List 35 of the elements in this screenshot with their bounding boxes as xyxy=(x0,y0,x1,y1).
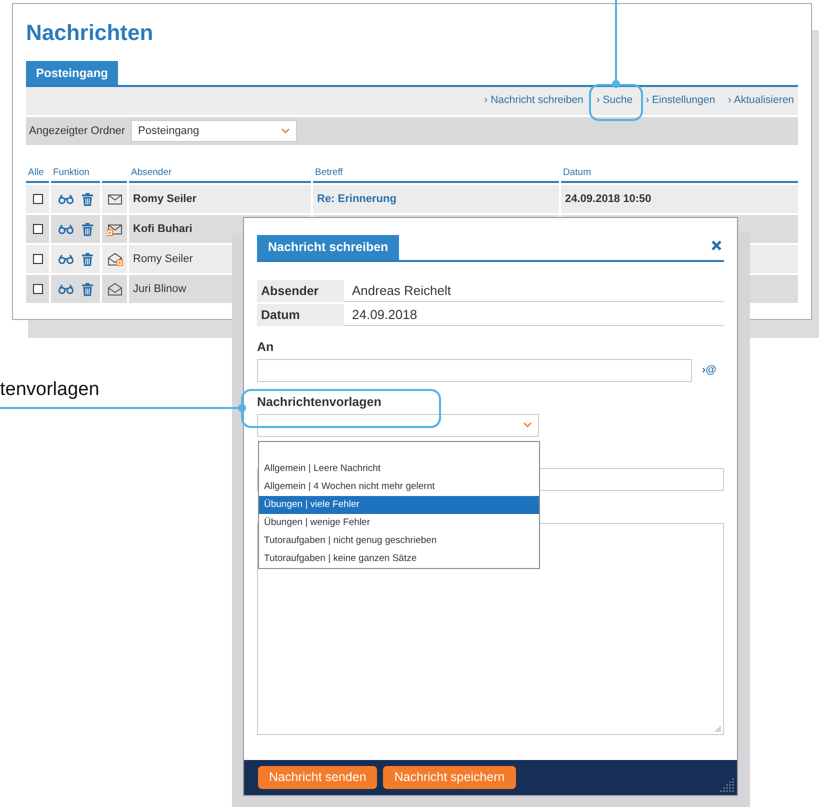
templates-label: Nachrichtenvorlagen xyxy=(257,394,382,411)
to-label: An xyxy=(257,339,275,356)
folder-label: Angezeigter Ordner xyxy=(29,124,125,139)
field-label: Datum xyxy=(257,304,344,326)
address-book-link[interactable]: ›@ xyxy=(700,359,718,382)
action-button[interactable]: Nachricht speichern xyxy=(383,766,516,789)
column-header: Datum xyxy=(561,166,798,183)
sender-text: Kofi Buhari xyxy=(133,222,192,237)
sender-text: Romy Seiler xyxy=(133,252,193,267)
dropdown-option[interactable]: Übungen | viele Fehler xyxy=(259,496,539,514)
column-header: Betreff xyxy=(313,166,559,183)
column-header: Funktion xyxy=(51,166,100,183)
sender-text: Romy Seiler xyxy=(133,192,197,207)
toolbar-link[interactable]: › Einstellungen xyxy=(644,90,718,112)
column-header: Alle xyxy=(26,166,49,183)
subject-link[interactable]: Re: Erinnerung xyxy=(317,190,396,208)
dropdown-option[interactable]: Tutoraufgaben | nicht genug geschrieben xyxy=(259,532,539,550)
field-label: Absender xyxy=(257,280,344,302)
column-header: Absender xyxy=(129,166,311,183)
dropdown-option[interactable]: Allgemein | Leere Nachricht xyxy=(259,460,539,478)
dropdown-option[interactable]: Übungen | wenige Fehler xyxy=(259,514,539,532)
dropdown-option[interactable]: Tutoraufgaben | keine ganzen Sätze xyxy=(259,550,539,568)
page-title: Nachrichten xyxy=(26,19,154,47)
toolbar-link[interactable]: › Suche xyxy=(594,90,635,112)
action-button[interactable]: Nachricht senden xyxy=(258,766,378,789)
sender-text: Juri Blinow xyxy=(133,282,186,297)
field-value: 24.09.2018 xyxy=(344,304,724,326)
folder-select[interactable]: Posteingang xyxy=(131,120,297,142)
callout-text: tenvorlagen xyxy=(0,378,100,402)
toolbar-link[interactable]: › Nachricht schreiben xyxy=(482,90,586,112)
field-value: Andreas Reichelt xyxy=(344,280,724,302)
tab[interactable]: Posteingang xyxy=(26,61,118,85)
dropdown-option[interactable]: Allgemein | 4 Wochen nicht mehr gelernt xyxy=(259,478,539,496)
date-text: 24.09.2018 10:50 xyxy=(565,192,652,207)
toolbar-link[interactable]: › Aktualisieren xyxy=(726,90,796,112)
